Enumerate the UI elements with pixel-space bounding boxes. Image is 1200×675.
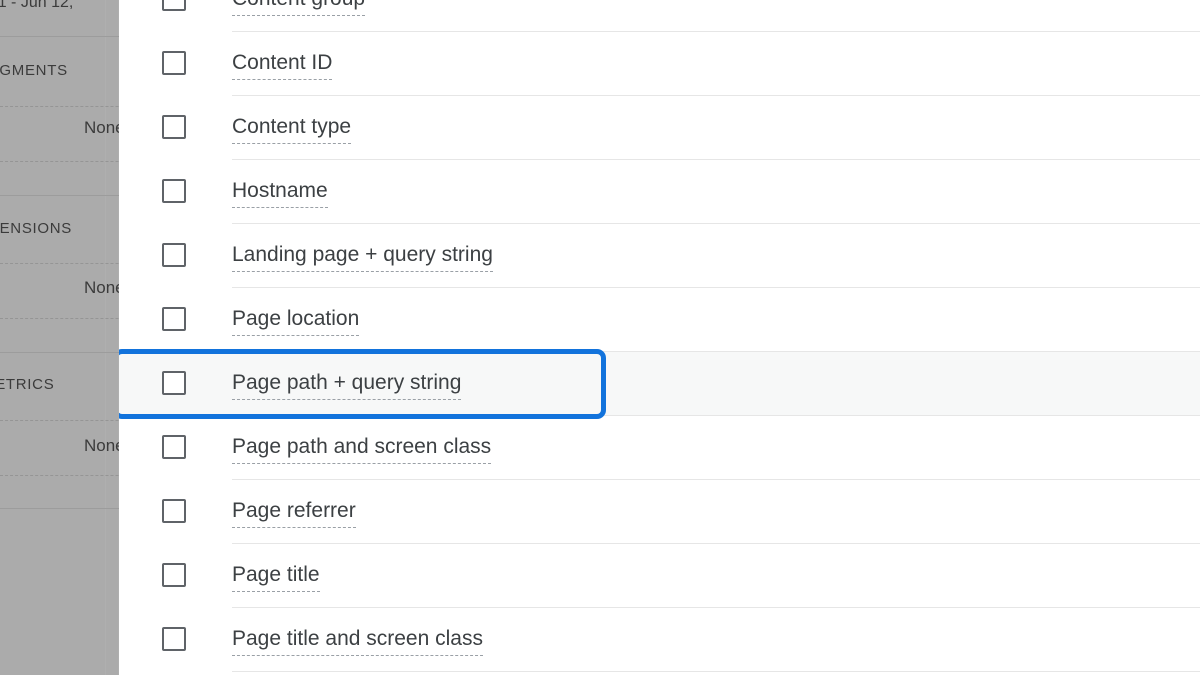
- dimension-option-label: Content ID: [232, 50, 333, 80]
- checkbox-unchecked-icon[interactable]: [162, 0, 186, 11]
- checkbox-unchecked-icon[interactable]: [162, 627, 186, 651]
- dimension-option-label: Page path and screen class: [232, 434, 492, 464]
- checkbox-unchecked-icon[interactable]: [162, 435, 186, 459]
- dimmed-background-overlay: 11 - Jun 12, SEGMENTS None DIMENSIONS No…: [0, 0, 119, 675]
- background-section-heading-metrics: METRICS: [0, 376, 55, 393]
- dimension-option-row[interactable]: Content group: [119, 0, 1200, 32]
- date-range-label: 11 - Jun 12,: [0, 0, 74, 11]
- background-section-value-dimensions: None: [84, 278, 119, 297]
- dimension-option-label: Landing page + query string: [232, 242, 493, 272]
- dimension-option-row[interactable]: Hostname: [119, 160, 1200, 224]
- checkbox-unchecked-icon[interactable]: [162, 51, 186, 75]
- row-divider: [232, 671, 1200, 672]
- background-divider: [0, 420, 119, 421]
- dimension-option-row[interactable]: Page location: [119, 288, 1200, 352]
- screen: 11 - Jun 12, SEGMENTS None DIMENSIONS No…: [0, 0, 1200, 675]
- checkbox-unchecked-icon[interactable]: [162, 243, 186, 267]
- background-section-value-metrics: None: [84, 436, 119, 455]
- background-section-heading-segments: SEGMENTS: [0, 62, 68, 79]
- dimension-option-label: Page path + query string: [232, 370, 462, 400]
- checkbox-unchecked-icon[interactable]: [162, 563, 186, 587]
- checkbox-unchecked-icon[interactable]: [162, 371, 186, 395]
- dimension-option-row[interactable]: Page title and screen class: [119, 608, 1200, 672]
- dimension-option-row[interactable]: Page title: [119, 544, 1200, 608]
- background-divider: [0, 352, 119, 353]
- background-divider: [0, 195, 119, 196]
- background-divider: [0, 475, 119, 476]
- dimension-option-label: Page title: [232, 562, 320, 592]
- checkbox-unchecked-icon[interactable]: [162, 307, 186, 331]
- background-divider: [0, 263, 119, 264]
- dimension-option-row[interactable]: Content type: [119, 96, 1200, 160]
- dimension-option-row[interactable]: Page path and screen class: [119, 416, 1200, 480]
- dimension-option-label: Hostname: [232, 178, 328, 208]
- checkbox-unchecked-icon[interactable]: [162, 115, 186, 139]
- dimension-option-label: Page location: [232, 306, 360, 336]
- background-section-heading-dimensions: DIMENSIONS: [0, 220, 73, 237]
- background-divider: [0, 106, 119, 107]
- checkbox-unchecked-icon[interactable]: [162, 179, 186, 203]
- background-divider: [0, 508, 119, 509]
- dimension-option-row[interactable]: Page referrer: [119, 480, 1200, 544]
- background-section-value-segments: None: [84, 118, 119, 137]
- background-report-panel: 11 - Jun 12, SEGMENTS None DIMENSIONS No…: [0, 0, 119, 675]
- dimension-option-label: Content type: [232, 114, 352, 144]
- dimension-option-label: Content group: [232, 0, 366, 16]
- background-divider: [0, 161, 119, 162]
- dimension-option-row[interactable]: Page path + query string: [119, 352, 1200, 416]
- dimension-option-row[interactable]: Content ID: [119, 32, 1200, 96]
- background-column-band: [105, 0, 106, 675]
- background-divider: [0, 36, 119, 37]
- dimension-option-label: Page referrer: [232, 498, 356, 528]
- dimension-picker-panel: Content group Content ID Content type Hostn…: [119, 0, 1200, 675]
- dimension-option-label: Page title and screen class: [232, 626, 483, 656]
- background-divider: [0, 318, 119, 319]
- checkbox-unchecked-icon[interactable]: [162, 499, 186, 523]
- dimension-option-row[interactable]: Landing page + query string: [119, 224, 1200, 288]
